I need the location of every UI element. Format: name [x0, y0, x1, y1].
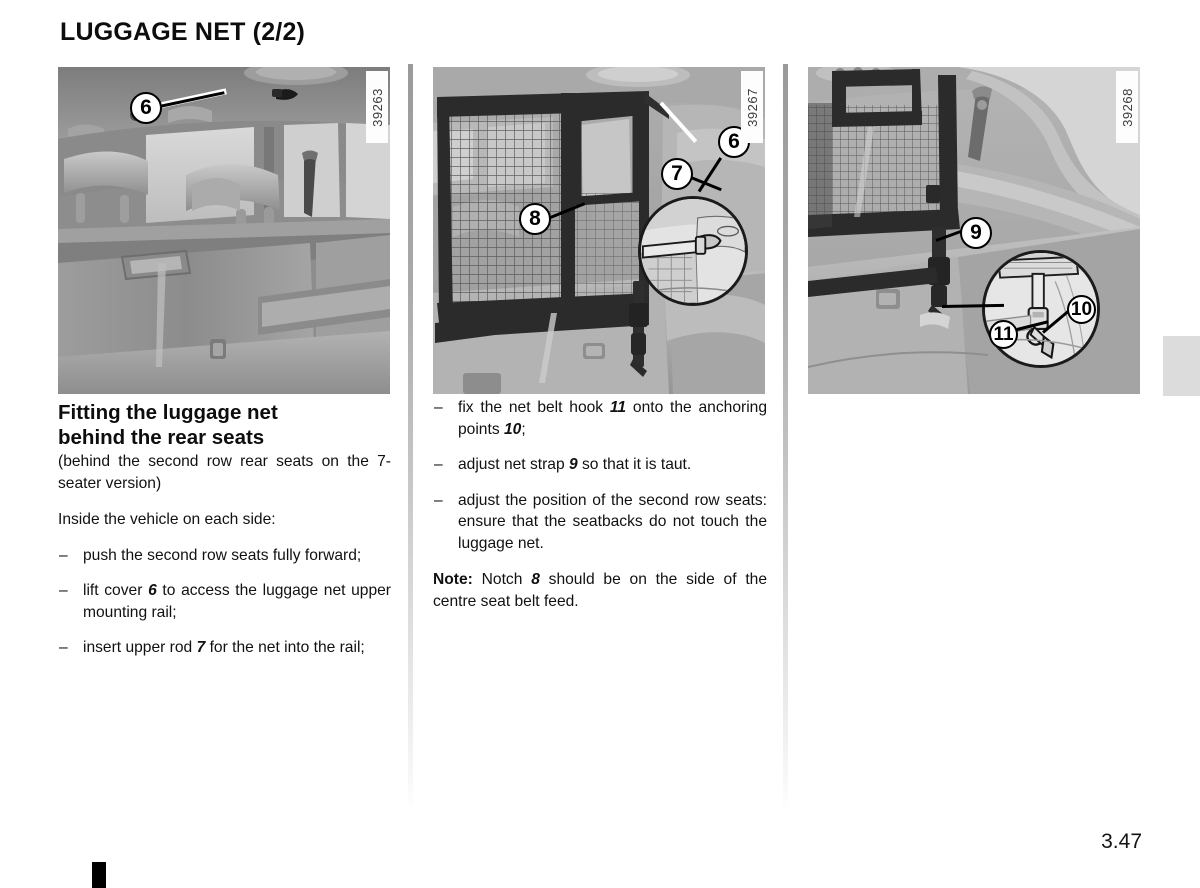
part-reference: 11 — [609, 399, 627, 416]
section-subtitle: (behind the second row rear seats on the… — [58, 453, 391, 492]
section-heading-line-1: Fitting the luggage net — [58, 401, 278, 424]
note-paragraph: Note: Notch 8 should be on the side of t… — [433, 569, 767, 612]
list-item: – lift cover 6 to access the luggage net … — [58, 580, 391, 623]
list-item: – insert upper rod 7 for the net into the… — [58, 637, 391, 659]
callout-11: 11 — [989, 320, 1018, 349]
callout-6: 6 — [130, 92, 162, 124]
figure-reference-number: 39263 — [366, 71, 388, 143]
left-instruction-list: – push the second row seats fully forward… — [58, 545, 391, 659]
middle-instruction-list: – fix the net belt hook 11 onto the ancho… — [433, 397, 767, 554]
inset-detail-illustration — [641, 199, 745, 303]
list-item-part-1: fix the net belt hook — [458, 399, 610, 416]
figure-luggage-net-upper-rail-cover: 6 39263 — [58, 67, 390, 394]
list-item-text-before: insert upper rod — [83, 639, 197, 656]
figure-1-illustration — [58, 67, 390, 394]
part-reference: 6 — [148, 582, 157, 599]
column-divider-right — [783, 64, 788, 814]
part-reference: 8 — [531, 571, 540, 588]
part-reference: 10 — [503, 420, 522, 438]
page-number: 3.47 — [1101, 830, 1142, 853]
section-edge-tab — [1163, 336, 1200, 396]
list-item-part-1: adjust net strap — [458, 456, 569, 473]
figure-reference-number: 39268 — [1116, 71, 1138, 143]
figure-luggage-net-fitted-behind-rear-seats: 8 7 6 39267 — [433, 67, 765, 394]
middle-text-column: – fix the net belt hook 11 onto the ancho… — [433, 397, 767, 612]
section-intro: Inside the vehicle on each side: — [58, 511, 276, 528]
list-dash: – — [59, 639, 68, 656]
list-item-part-1: adjust the position of the second row se… — [458, 491, 767, 552]
section-heading: Fitting the luggage net behind the rear … — [58, 400, 391, 450]
list-item-text: push the second row seats fully forward; — [83, 546, 362, 564]
part-reference: 9 — [568, 456, 578, 473]
inset-detail-upper-rod-and-cover — [638, 196, 748, 306]
list-item-part-3: ; — [521, 420, 526, 438]
list-dash: – — [59, 546, 68, 564]
figure-luggage-net-strap-and-anchoring-points: 9 11 10 39268 — [808, 67, 1140, 394]
list-dash: – — [434, 399, 443, 416]
list-item-text-before: lift cover — [83, 582, 149, 599]
list-item: – adjust net strap 9 so that it is taut. — [433, 454, 767, 476]
callout-7: 7 — [661, 158, 693, 190]
figure-reference-number: 39267 — [741, 71, 763, 143]
section-heading-line-2: behind the rear seats — [58, 426, 265, 449]
note-label: Note: — [433, 571, 473, 588]
list-item: – push the second row seats fully forward… — [58, 545, 391, 567]
list-item: – fix the net belt hook 11 onto the ancho… — [433, 397, 767, 440]
list-item-part-2: so that it is taut. — [577, 456, 692, 473]
left-text-column: Fitting the luggage net behind the rear … — [58, 400, 391, 659]
list-item-text-after: for the net into the rail; — [205, 639, 365, 656]
corner-registration-mark — [92, 862, 106, 888]
list-dash: – — [59, 582, 68, 599]
part-reference: 7 — [196, 639, 206, 656]
callout-10: 10 — [1067, 295, 1096, 324]
page-title: LUGGAGE NET (2/2) — [60, 18, 306, 46]
list-dash: – — [434, 456, 443, 473]
note-text-before: Notch — [472, 571, 532, 588]
callout-9: 9 — [960, 217, 992, 249]
column-divider-left — [408, 64, 413, 814]
list-item: – adjust the position of the second row s… — [433, 490, 767, 555]
callout-8: 8 — [519, 203, 551, 235]
list-dash: – — [434, 491, 443, 509]
